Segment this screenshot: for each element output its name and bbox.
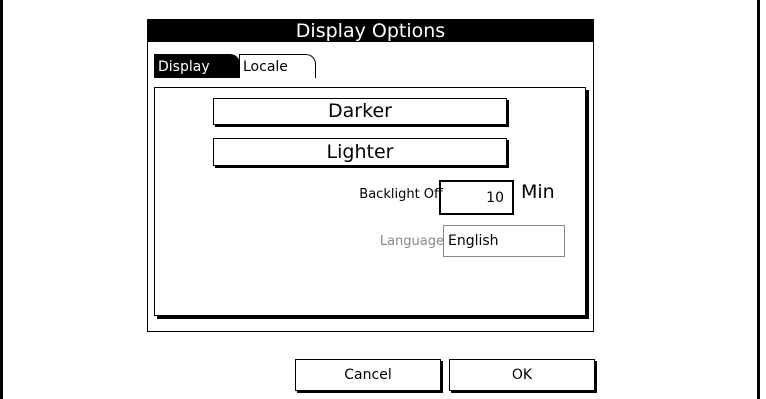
language-field: English — [443, 225, 565, 257]
backlight-off-label: Backlight Off — [359, 187, 443, 202]
cancel-button[interactable]: Cancel — [295, 359, 441, 391]
lighter-button[interactable]: Lighter — [213, 138, 507, 166]
tab-display[interactable]: Display — [154, 54, 240, 78]
darker-button[interactable]: Darker — [213, 98, 507, 125]
tab-locale[interactable]: Locale — [239, 54, 316, 78]
dialog-title: Display Options — [148, 20, 593, 42]
backlight-unit-label: Min — [521, 181, 555, 203]
ok-button[interactable]: OK — [449, 359, 595, 391]
display-tab-panel: Darker Lighter Backlight Off 10 Min Lang… — [154, 87, 586, 316]
backlight-off-field[interactable]: 10 — [439, 180, 514, 215]
display-options-dialog: Display Options Display Locale Darker Li… — [147, 19, 594, 332]
language-label: Language — [379, 234, 444, 249]
